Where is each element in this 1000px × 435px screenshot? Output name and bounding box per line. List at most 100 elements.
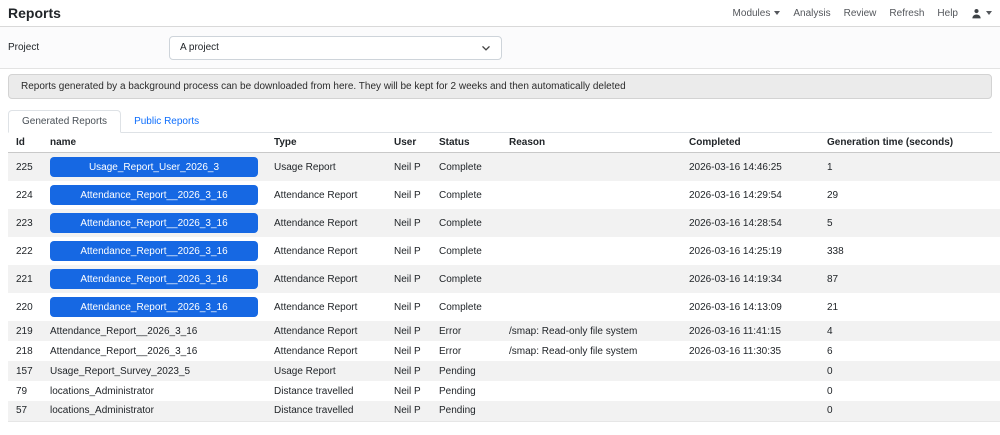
column-header-completed: Completed <box>681 133 819 153</box>
cell-completed <box>681 401 819 422</box>
cell-type: Distance travelled <box>274 385 354 397</box>
cell-id: 57 <box>8 401 42 422</box>
cell-user: Neil P <box>386 401 431 422</box>
cell-reason <box>501 153 681 182</box>
project-section: Project A project <box>0 27 1000 69</box>
report-name: Attendance_Report__2026_3_16 <box>50 325 198 337</box>
project-select-value: A project <box>180 42 219 53</box>
cell-id: 225 <box>16 161 33 173</box>
cell-name: locations_Administrator <box>42 401 266 422</box>
nav-item-modules[interactable]: Modules <box>733 8 781 19</box>
cell-status: Pending <box>439 385 476 397</box>
cell-status: Complete <box>439 189 482 201</box>
table-row: 220 Attendance_Report__2026_3_16 Attendanc… <box>8 293 1000 321</box>
cell-name: Attendance_Report__2026_3_16 <box>42 293 266 321</box>
cell-user: Neil P <box>394 217 421 229</box>
cell-user: Neil P <box>394 385 421 397</box>
table-row: 218 Attendance_Report__2026_3_16 Attendanc… <box>8 341 1000 361</box>
cell-gen_time: 29 <box>827 189 839 201</box>
report-download-button[interactable]: Attendance_Report__2026_3_16 <box>50 213 258 233</box>
column-header-reason: Reason <box>501 133 681 153</box>
top-bar: Reports Modules Analysis Review Refresh Help <box>0 0 1000 27</box>
reports-table: Id name Type User Status Reason Completed Gener… <box>8 133 1000 422</box>
cell-reason <box>501 361 681 381</box>
cell-completed: 2026-03-16 14:25:19 <box>689 245 782 257</box>
cell-gen_time: 1 <box>827 161 833 173</box>
cell-status: Pending <box>431 401 501 422</box>
cell-reason <box>501 265 681 293</box>
column-header-name: name <box>42 133 266 153</box>
nav-item-review[interactable]: Review <box>844 8 877 19</box>
cell-user: Neil P <box>394 345 421 357</box>
cell-id: 79 <box>16 385 28 397</box>
cell-status: Pending <box>439 365 476 377</box>
table-row: 79 locations_Administrator Distance travel… <box>8 381 1000 401</box>
cell-gen_time: 0 <box>819 401 1000 422</box>
project-label: Project <box>8 42 40 53</box>
user-menu[interactable] <box>971 8 992 19</box>
cell-completed <box>681 381 819 401</box>
column-header-user: User <box>386 133 431 153</box>
cell-gen_time: 6 <box>827 345 833 357</box>
cell-name: Usage_Report_User_2026_3 <box>42 153 266 182</box>
nav-item-help[interactable]: Help <box>937 8 958 19</box>
report-download-button[interactable]: Attendance_Report__2026_3_16 <box>50 297 258 317</box>
cell-id: 157 <box>16 365 33 377</box>
cell-reason <box>501 237 681 265</box>
project-select[interactable]: A project <box>169 35 502 60</box>
cell-status: Complete <box>439 161 482 173</box>
page-title: Reports <box>8 5 61 21</box>
cell-id: 224 <box>16 189 33 201</box>
cell-user: Neil P <box>394 301 421 313</box>
column-header-generation-time-seconds: Generation time (seconds) <box>819 133 1000 153</box>
cell-status: Complete <box>439 301 482 313</box>
cell-name: Attendance_Report__2026_3_16 <box>42 181 266 209</box>
table-row: 157 Usage_Report_Survey_2023_5 Usage Repor… <box>8 361 1000 381</box>
cell-gen_time: 21 <box>827 301 839 313</box>
info-alert: Reports generated by a background proces… <box>8 74 992 99</box>
tab-generated-reports[interactable]: Generated Reports <box>8 110 122 133</box>
cell-type: Attendance Report <box>274 325 358 337</box>
chevron-down-icon <box>481 43 491 53</box>
cell-id: 219 <box>16 325 33 337</box>
report-name: locations_Administrator <box>50 405 154 417</box>
table-row: 223 Attendance_Report__2026_3_16 Attendanc… <box>8 209 1000 237</box>
top-nav: Modules Analysis Review Refresh Help <box>733 8 992 19</box>
tab-public-reports[interactable]: Public Reports <box>121 111 212 132</box>
cell-gen_time: 87 <box>827 273 839 285</box>
report-download-button[interactable]: Attendance_Report__2026_3_16 <box>50 185 258 205</box>
table-row: 225 Usage_Report_User_2026_3 Usage Report N… <box>8 152 1000 182</box>
report-download-button[interactable]: Attendance_Report__2026_3_16 <box>50 269 258 289</box>
cell-status: Error <box>439 325 462 337</box>
cell-status: Complete <box>439 273 482 285</box>
cell-user: Neil P <box>394 325 421 337</box>
nav-item-analysis[interactable]: Analysis <box>793 8 830 19</box>
report-download-button[interactable]: Usage_Report_User_2026_3 <box>50 157 258 177</box>
column-header-status: Status <box>431 133 501 153</box>
cell-reason <box>501 181 681 209</box>
cell-completed: 2026-03-16 14:19:34 <box>689 273 782 285</box>
cell-status: Error <box>439 345 462 357</box>
cell-gen_time: 5 <box>827 217 833 229</box>
cell-name: locations_Administrator <box>42 381 266 401</box>
cell-type: Attendance Report <box>274 245 358 257</box>
person-icon <box>971 8 982 19</box>
report-name: locations_Administrator <box>50 385 154 397</box>
cell-reason: /smap: Read-only file system <box>509 345 638 357</box>
report-download-button[interactable]: Attendance_Report__2026_3_16 <box>50 241 258 261</box>
cell-user: Neil P <box>394 365 421 377</box>
cell-completed: 2026-03-16 14:29:54 <box>689 189 782 201</box>
cell-gen_time: 4 <box>827 325 833 337</box>
cell-id: 221 <box>16 273 33 285</box>
chevron-down-icon <box>986 11 992 15</box>
reports-table-header: Id name Type User Status Reason Completed Gener… <box>8 133 1000 153</box>
cell-completed: 2026-03-16 14:13:09 <box>689 301 782 313</box>
cell-reason <box>501 293 681 321</box>
cell-completed: 2026-03-16 11:41:15 <box>689 325 782 337</box>
nav-item-refresh[interactable]: Refresh <box>889 8 924 19</box>
column-header-id: Id <box>8 133 42 153</box>
report-name: Usage_Report_Survey_2023_5 <box>50 365 191 377</box>
cell-type: Attendance Report <box>274 189 358 201</box>
cell-name: Attendance_Report__2026_3_16 <box>42 265 266 293</box>
cell-type: Usage Report <box>274 365 336 377</box>
